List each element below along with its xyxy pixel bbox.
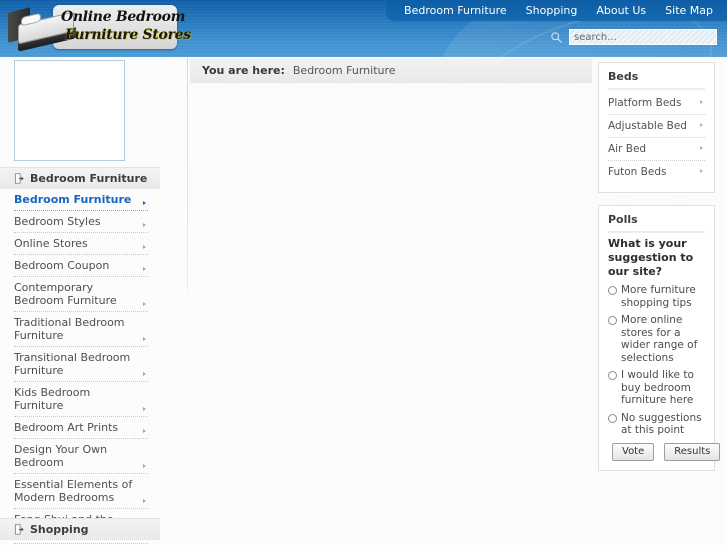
sidebar-item-label: Bedroom Art Prints: [14, 421, 119, 434]
sidebar-item-label: Bedroom Coupon: [14, 259, 110, 272]
chevron-right-icon: [143, 302, 146, 306]
sidebar-item-label: Essential Elements of Modern Bedrooms: [14, 478, 133, 504]
poll-option-more-furniture-shopping-tips[interactable]: More furniture shopping tips: [608, 284, 705, 309]
sidebar-section-header-shopping[interactable]: Shopping: [0, 518, 160, 540]
sidebar-item-label: Design Your Own Bedroom: [14, 443, 108, 469]
logo-text-line2: Furniture Stores: [65, 27, 191, 43]
poll-option-label: No suggestions at this point: [621, 411, 702, 437]
poll-buttons: Vote Results: [608, 442, 721, 461]
polls-panel-title: Polls: [608, 213, 705, 233]
sidebar-item-kids-bedroom-furniture[interactable]: Kids Bedroom Furniture: [14, 382, 148, 417]
chevron-right-icon: [700, 146, 703, 150]
chevron-right-icon: [143, 464, 146, 468]
sidebar-menu-list: Bedroom Furniture Bedroom Styles Online …: [14, 189, 148, 544]
radio-button[interactable]: [608, 316, 617, 325]
sidebar-item-design-your-own-bedroom[interactable]: Design Your Own Bedroom: [14, 439, 148, 474]
beds-link-label: Air Bed: [608, 143, 647, 155]
beds-panel-title: Beds: [608, 70, 705, 90]
chevron-right-icon: [700, 100, 703, 104]
beds-panel: Beds Platform Beds Adjustable Bed Air Be…: [598, 62, 715, 193]
nav-item-shopping[interactable]: Shopping: [526, 0, 578, 21]
chevron-right-icon: [143, 223, 146, 227]
search-input[interactable]: [569, 29, 717, 45]
breadcrumb-current: Bedroom Furniture: [292, 64, 396, 77]
chevron-right-icon: [143, 372, 146, 376]
sidebar-item-label: Kids Bedroom Furniture: [14, 386, 91, 412]
radio-button[interactable]: [608, 413, 617, 423]
beds-link-label: Adjustable Bed: [608, 120, 687, 132]
nav-item-about-us[interactable]: About Us: [596, 0, 646, 21]
chevron-right-icon: [143, 429, 146, 433]
sidebar-item-bedroom-coupon[interactable]: Bedroom Coupon: [14, 255, 148, 277]
radio-button[interactable]: [608, 286, 617, 295]
poll-question: What is your suggestion to our site?: [608, 237, 694, 278]
chevron-right-icon: [143, 407, 146, 411]
sidebar-item-contemporary-bedroom-furniture[interactable]: Contemporary Bedroom Furniture: [14, 277, 148, 312]
breadcrumb: You are here: Bedroom Furniture: [190, 58, 592, 83]
sidebar-item-label: Online Stores: [14, 237, 88, 250]
chevron-right-icon: [143, 267, 146, 271]
poll-option-label: I would like to buy bedroom furniture he…: [621, 369, 694, 406]
chevron-right-icon: [143, 201, 146, 205]
beds-link-platform-beds[interactable]: Platform Beds: [608, 92, 705, 115]
beds-link-label: Platform Beds: [608, 97, 682, 109]
poll-option-label: More furniture shopping tips: [621, 284, 696, 309]
main-content: You are here: Bedroom Furniture: [190, 58, 592, 545]
left-sidebar: Bedroom Furniture Bedroom Furniture Bedr…: [0, 57, 160, 545]
sidebar-item-label: Traditional Bedroom Furniture: [14, 316, 125, 342]
poll-option-more-online-stores[interactable]: More online stores for a wider range of …: [608, 314, 705, 364]
chevron-right-icon: [700, 123, 703, 127]
poll-option-no-suggestions[interactable]: No suggestions at this point: [608, 412, 705, 437]
promo-image-box: [14, 60, 125, 161]
sidebar-item-label: Bedroom Furniture: [14, 193, 132, 206]
column-divider: [187, 58, 188, 290]
sidebar-item-label: Contemporary Bedroom Furniture: [14, 281, 117, 307]
sidebar-item-bedroom-art-prints[interactable]: Bedroom Art Prints: [14, 417, 148, 439]
beds-link-futon-beds[interactable]: Futon Beds: [608, 161, 705, 183]
chevron-right-icon: [143, 337, 146, 341]
doc-arrow-icon: [14, 173, 24, 184]
poll-option-would-like-to-buy-here[interactable]: I would like to buy bedroom furniture he…: [608, 369, 705, 407]
vote-button[interactable]: Vote: [612, 442, 655, 461]
sidebar-item-label: Transitional Bedroom Furniture: [14, 351, 131, 377]
results-button[interactable]: Results: [664, 442, 721, 461]
sidebar-section-header-bedroom-furniture: Bedroom Furniture: [0, 167, 160, 189]
sidebar-section-title: Bedroom Furniture: [30, 172, 148, 185]
chevron-right-icon: [143, 245, 146, 249]
sidebar-item-essential-elements-of-modern-bedrooms[interactable]: Essential Elements of Modern Bedrooms: [14, 474, 148, 509]
sidebar-item-traditional-bedroom-furniture[interactable]: Traditional Bedroom Furniture: [14, 312, 148, 347]
sidebar-item-online-stores[interactable]: Online Stores: [14, 233, 148, 255]
radio-button[interactable]: [608, 371, 617, 380]
sidebar-item-label: Bedroom Styles: [14, 215, 101, 228]
top-navigation: Bedroom Furniture Shopping About Us Site…: [386, 0, 727, 21]
polls-panel: Polls What is your suggestion to our sit…: [598, 205, 721, 471]
logo-text-line1: Online Bedroom: [61, 9, 186, 25]
site-logo[interactable]: Online Bedroom Furniture Stores: [6, 2, 191, 55]
beds-link-air-bed[interactable]: Air Bed: [608, 138, 705, 161]
nav-item-site-map[interactable]: Site Map: [665, 0, 713, 21]
doc-arrow-icon: [14, 524, 24, 535]
poll-option-label: More online stores for a wider range of …: [621, 314, 698, 364]
beds-link-label: Futon Beds: [608, 166, 667, 178]
search-icon[interactable]: [550, 31, 563, 44]
sidebar-section-title: Shopping: [30, 523, 89, 536]
chevron-right-icon: [143, 499, 146, 503]
sidebar-item-transitional-bedroom-furniture[interactable]: Transitional Bedroom Furniture: [14, 347, 148, 382]
right-sidebar: Beds Platform Beds Adjustable Bed Air Be…: [598, 62, 721, 483]
sidebar-item-bedroom-furniture[interactable]: Bedroom Furniture: [14, 189, 148, 211]
chevron-right-icon: [700, 169, 703, 173]
nav-item-bedroom-furniture[interactable]: Bedroom Furniture: [404, 0, 507, 21]
content-body: [190, 83, 592, 543]
page-root: Online Bedroom Furniture Stores Bedroom …: [0, 0, 727, 545]
search-area: [550, 29, 717, 45]
breadcrumb-label: You are here:: [202, 64, 285, 77]
sidebar-item-bedroom-styles[interactable]: Bedroom Styles: [14, 211, 148, 233]
beds-link-adjustable-bed[interactable]: Adjustable Bed: [608, 115, 705, 138]
site-header: Online Bedroom Furniture Stores Bedroom …: [0, 0, 727, 57]
